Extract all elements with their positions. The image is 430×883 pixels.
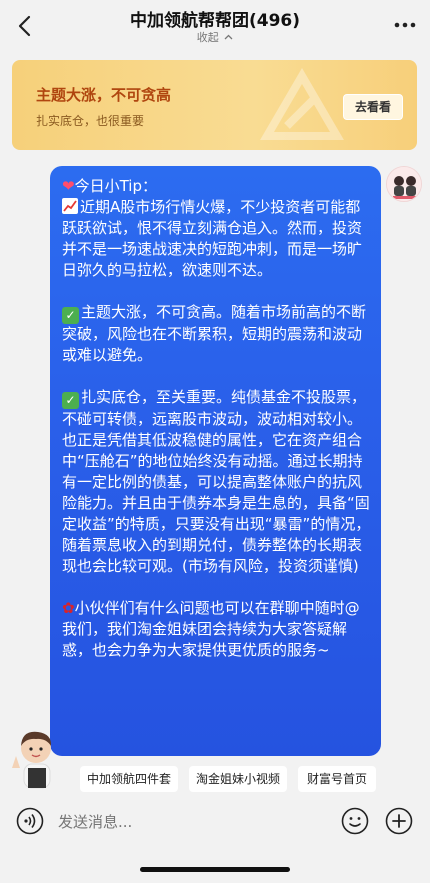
plus-icon[interactable]	[385, 807, 413, 835]
quick-reply-chip[interactable]: 财富号首页	[298, 766, 376, 792]
promo-banner[interactable]: 主题大涨，不可贪高 扎实底仓，也很重要 去看看	[12, 60, 417, 150]
heart-icon: ❤	[62, 177, 75, 195]
quick-reply-chip[interactable]: 淘金姐妹小视频	[189, 766, 287, 792]
chat-title: 中加领航帮帮团(496)	[129, 11, 301, 31]
quick-reply-chip[interactable]: 中加领航四件套	[80, 766, 178, 792]
home-indicator	[140, 867, 290, 872]
mascot-avatar-icon[interactable]	[6, 728, 62, 790]
rose-icon: ✿	[62, 599, 75, 617]
check-mark-icon: ✓	[62, 307, 79, 324]
collapse-toggle[interactable]: 收起	[0, 29, 430, 45]
chevron-up-icon	[224, 34, 233, 40]
banner-subtitle: 扎实底仓，也很重要	[36, 114, 145, 128]
check-mark-icon: ✓	[62, 392, 79, 409]
message-line: ✓ 扎实底仓，至关重要。纯债基金不投股票，不碰可转债，远离股市波动，波动相对较小。…	[62, 388, 371, 575]
message-bubble: ❤今日小Tip： 近期A股市场行情火爆，不少投资者可能都跃跃欲试，恨不得立刻满仓…	[50, 166, 381, 756]
banner-decoration-icon	[260, 68, 344, 140]
chart-up-icon	[62, 198, 78, 214]
voice-icon[interactable]	[16, 807, 44, 835]
message-line: ✿小伙伴们有什么问题也可以在群聊中随时@我们，我们淘金姐妹团会持续为大家答疑解惑…	[62, 599, 360, 659]
emoji-icon[interactable]	[341, 807, 369, 835]
message-line: ✓ 主题大涨，不可贪高。随着市场前高的不断突破，风险也在不断累积，短期的震荡和波动…	[62, 303, 367, 364]
banner-go-button[interactable]: 去看看	[343, 94, 403, 120]
banner-title: 主题大涨，不可贪高	[36, 86, 172, 104]
collapse-label: 收起	[196, 31, 219, 44]
more-dots-icon[interactable]	[394, 22, 416, 28]
message-line: ❤今日小Tip：	[62, 177, 157, 195]
chat-header: 中加领航帮帮团(496) 收起	[0, 0, 430, 52]
message-input[interactable]	[58, 810, 328, 834]
group-members-avatar-icon	[387, 167, 421, 201]
message-line: 近期A股市场行情火爆，不少投资者可能都跃跃欲试，恨不得立刻满仓追入。然而，投资并…	[62, 198, 363, 279]
sender-avatar[interactable]	[386, 166, 422, 202]
